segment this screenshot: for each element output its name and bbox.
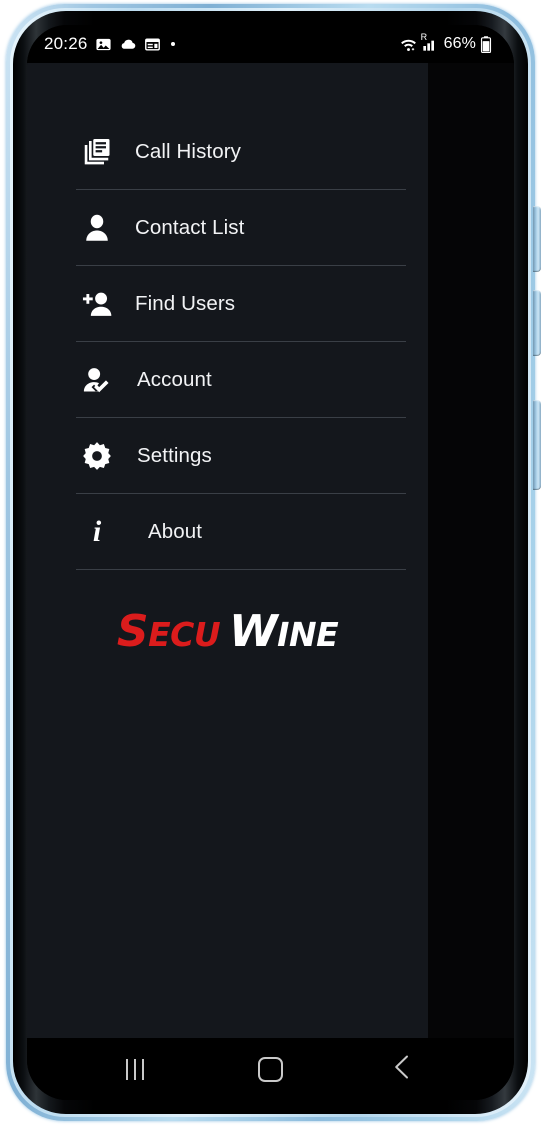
cloud-icon [119,36,137,53]
menu-item-label: Settings [137,444,212,467]
home-button[interactable] [235,1038,305,1100]
recents-icon [126,1058,144,1080]
call-history-icon [76,137,118,167]
menu-item-label: Contact List [135,216,245,239]
status-bar: 20:26 R 66% [27,25,514,63]
volume-down-button[interactable] [533,290,541,356]
logo-wine-capital: W [229,606,278,657]
logo-secu-capital: S [116,606,149,657]
menu-item-label: Find Users [135,292,236,315]
status-bar-left-group: 20:26 [44,34,175,54]
back-chevron-icon [392,1054,412,1085]
contact-list-icon [76,213,118,243]
phone-device-frame: 20:26 R 66% Call History Contact List Fi… [0,0,541,1125]
status-bar-right-group: R 66% [399,32,492,53]
about-info-icon: i [92,515,102,548]
dot-indicator [170,42,175,46]
battery-percent-label: 66% [443,35,476,52]
secuwine-logo: SECU WINE [27,610,428,654]
drawer-menu-list: Call History Contact List Find Users Acc… [27,63,428,570]
menu-item-label: Account [137,368,212,391]
phone-screen: 20:26 R 66% Call History Contact List Fi… [27,25,514,1100]
power-button[interactable] [533,400,541,490]
volume-up-button[interactable] [533,206,541,272]
account-icon [76,365,118,396]
menu-item-find-users[interactable]: Find Users [27,266,428,342]
menu-item-label: About [148,520,203,543]
menu-item-about[interactable]: i About [27,494,428,570]
navigation-drawer: Call History Contact List Find Users Acc… [27,63,428,1038]
drawer-scrim-overlay[interactable] [428,63,514,1038]
menu-item-account[interactable]: Account [27,342,428,418]
calendar-icon [144,36,161,53]
wifi-icon [399,36,418,52]
menu-item-label: Call History [135,140,241,163]
logo-wine-rest: INE [277,615,339,654]
menu-item-call-history[interactable]: Call History [27,114,428,190]
signal-icon: R [421,32,438,52]
menu-item-settings[interactable]: Settings [27,418,428,494]
roaming-label: R [420,32,428,42]
home-icon [257,1056,283,1082]
status-clock: 20:26 [44,34,88,53]
back-button[interactable] [367,1038,437,1100]
menu-item-contact-list[interactable]: Contact List [27,190,428,266]
gallery-icon [95,36,112,53]
recents-button[interactable] [100,1038,170,1100]
menu-divider [76,569,406,570]
find-users-icon [76,289,118,320]
settings-gear-icon [76,441,118,471]
battery-icon [480,35,492,53]
system-navigation-bar [27,1038,514,1100]
logo-secu-rest: ECU [148,615,221,654]
